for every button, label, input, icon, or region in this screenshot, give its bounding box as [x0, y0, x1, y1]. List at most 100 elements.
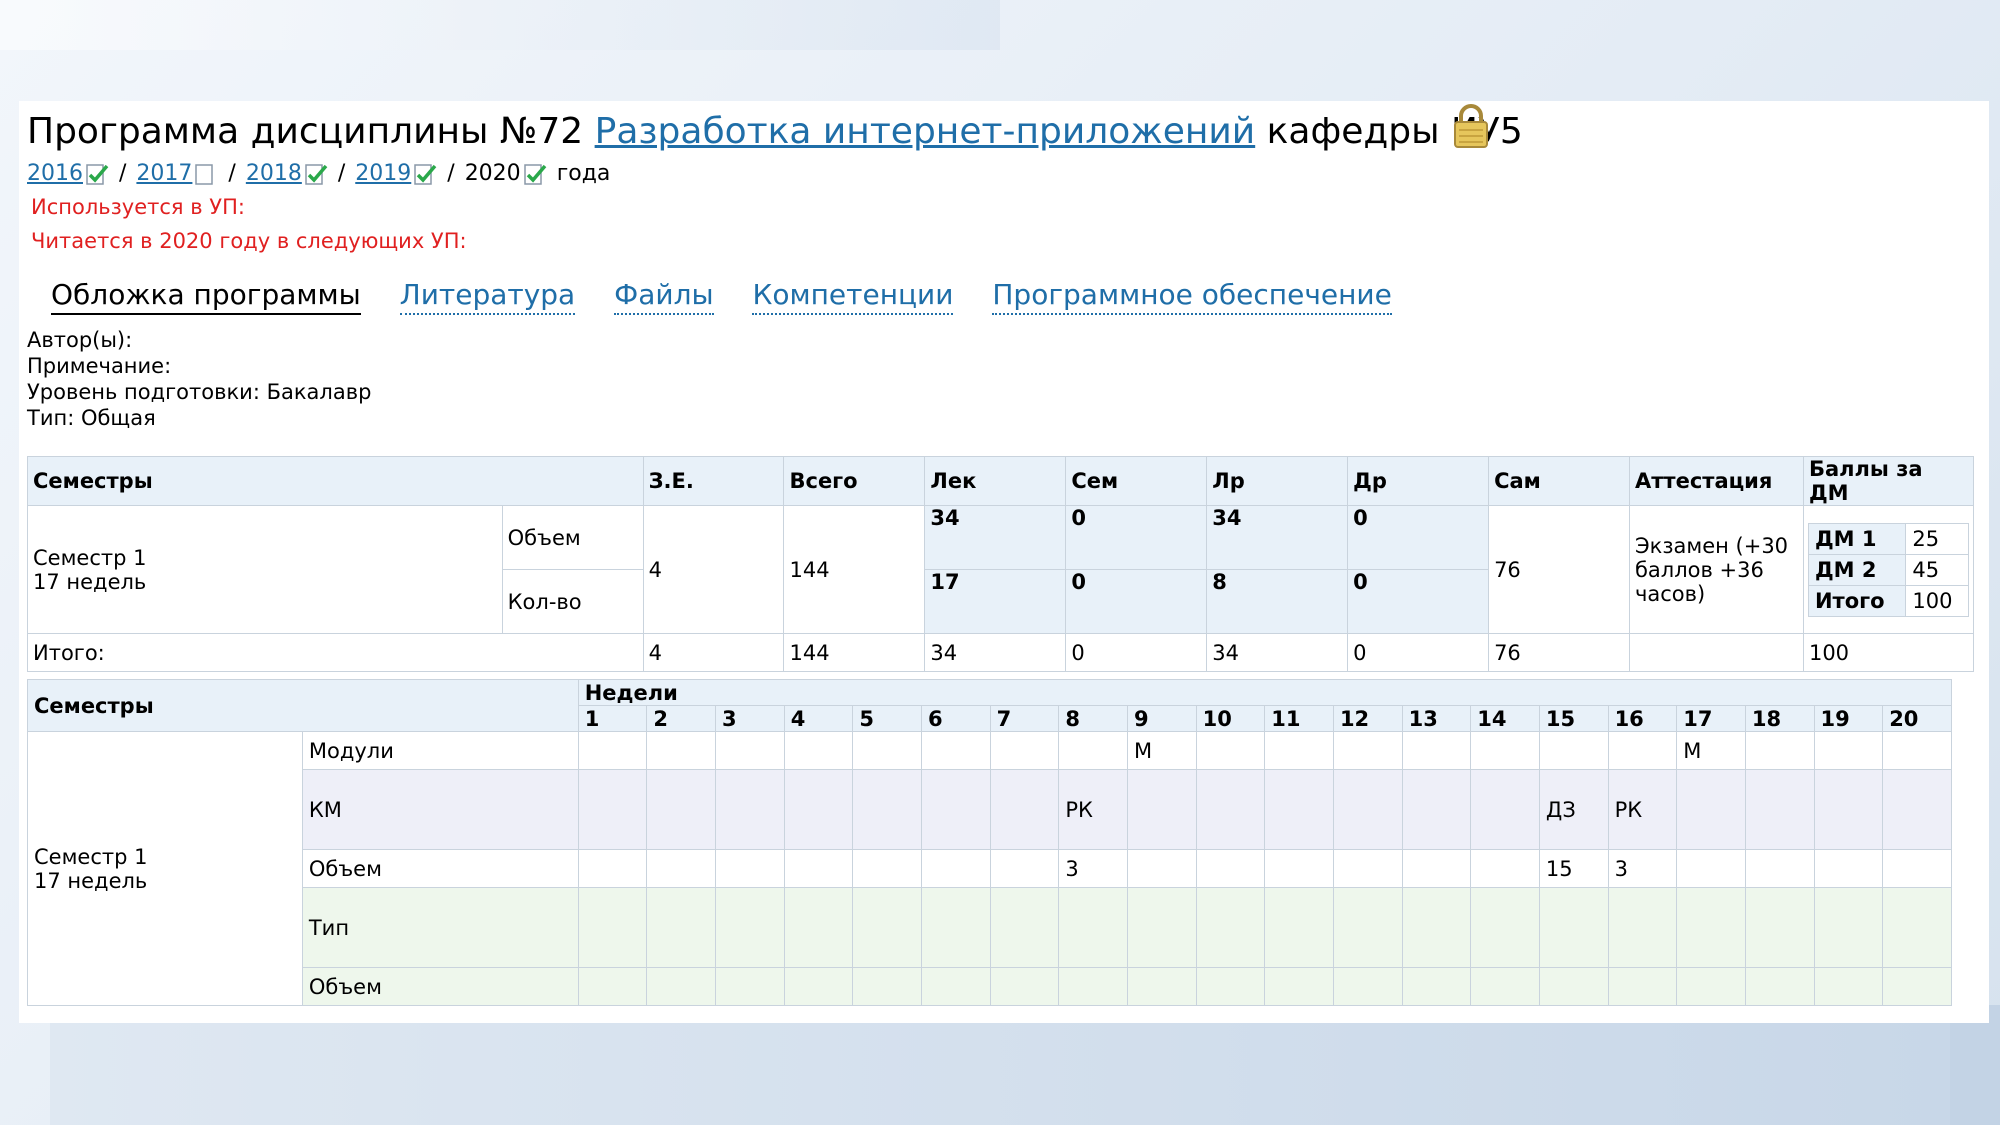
schedule-cell	[1126, 769, 1197, 850]
semester-name: Семестр 1	[33, 545, 147, 570]
semester-cell: Семестр 1 17 недель	[27, 505, 503, 634]
year-2016[interactable]: 2016	[27, 161, 109, 186]
schedule-cell	[1882, 887, 1952, 968]
schedule-cell	[1264, 769, 1334, 850]
week-number: 8	[1058, 705, 1128, 732]
dm-points-table: ДМ 1 25 ДМ 2 45 Итого 100	[1807, 522, 1969, 617]
schedule-row-label: КМ	[301, 769, 579, 850]
schedule-cell	[1607, 731, 1678, 770]
weeks-header: Недели	[577, 679, 1953, 706]
schedule-row: Семестр 1 17 недель Модули М М	[27, 731, 1952, 1006]
week-number: 16	[1607, 705, 1678, 732]
schedule-cell	[1401, 849, 1472, 888]
schedule-cell	[1058, 731, 1128, 770]
header-semesters: Семестры	[27, 456, 644, 506]
schedule-cell	[852, 849, 922, 888]
type-label: Тип: Общая	[27, 406, 156, 430]
schedule-cell	[1882, 849, 1952, 888]
year-2018-label[interactable]: 2018	[246, 161, 302, 186]
dm2-label: ДМ 2	[1807, 553, 1907, 586]
check-icon	[305, 164, 328, 185]
header-lek: Лек	[924, 456, 1067, 506]
schedule-cell	[921, 769, 991, 850]
schedule-cell: 3	[1607, 849, 1678, 888]
schedule-cell	[1264, 967, 1334, 1006]
year-2019[interactable]: 2019	[355, 161, 437, 186]
discipline-link[interactable]: Разработка интернет-приложений	[595, 111, 1256, 152]
schedule-cell	[1195, 731, 1266, 770]
year-separator: /	[228, 161, 236, 186]
tab-competencies[interactable]: Компетенции	[752, 278, 954, 315]
schedule-cell	[852, 769, 922, 850]
year-2018[interactable]: 2018	[246, 161, 328, 186]
volume-dr: 0	[1347, 505, 1490, 570]
schedule-header-row: Семестры Недели	[27, 679, 1953, 732]
tab-software[interactable]: Программное обеспечение	[992, 278, 1392, 315]
schedule-cell	[1264, 887, 1334, 968]
count-sem: 0	[1065, 569, 1208, 634]
attestation-value: Экзамен (+30 баллов +36 часов)	[1628, 505, 1804, 634]
dm1-value: 25	[1905, 522, 1969, 555]
schedule-cell	[1676, 849, 1746, 888]
schedule-cell	[1813, 769, 1884, 850]
schedule-cell	[1264, 731, 1334, 770]
schedule-cell	[715, 849, 785, 888]
schedule-cell	[1195, 887, 1266, 968]
year-2019-label[interactable]: 2019	[355, 161, 411, 186]
schedule-cell	[1401, 967, 1472, 1006]
schedule-cell	[1744, 887, 1815, 968]
tab-literature[interactable]: Литература	[399, 278, 576, 315]
schedule-cell	[646, 769, 717, 850]
schedule-cell	[989, 769, 1060, 850]
ze-value: 4	[642, 505, 785, 634]
schedule-cell	[1195, 769, 1266, 850]
schedule-cell	[921, 731, 991, 770]
schedule-cell	[1401, 769, 1472, 850]
schedule-cell	[1744, 967, 1815, 1006]
year-2017[interactable]: 2017	[136, 161, 218, 186]
lock-icon[interactable]	[1451, 103, 1491, 149]
schedule-cell	[989, 731, 1060, 770]
document-icon	[195, 164, 214, 185]
schedule-cell	[852, 731, 922, 770]
schedule-cell	[1470, 731, 1540, 770]
schedule-semester-name: Семестр 1	[34, 844, 148, 869]
schedule-row-label: Тип	[301, 887, 579, 968]
schedule-cell: РК	[1607, 769, 1678, 850]
week-number: 11	[1264, 705, 1334, 732]
summary-volume-row: Семестр 1 17 недель Объем 4 144 34 0 34 …	[27, 505, 1975, 634]
year-2017-label[interactable]: 2017	[136, 161, 192, 186]
schedule-cell	[715, 887, 785, 968]
authors-label: Автор(ы):	[27, 328, 133, 352]
header-sam: Сам	[1488, 456, 1630, 506]
summary-header-row: Семестры З.Е. Всего Лек Сем Лр Др Сам Ат…	[27, 456, 1975, 506]
totals-label: Итого:	[27, 633, 644, 672]
schedule-cell	[1744, 769, 1815, 850]
schedule-cell	[783, 849, 854, 888]
week-number: 14	[1470, 705, 1540, 732]
schedule-cell	[1195, 967, 1266, 1006]
week-number: 1	[577, 705, 648, 732]
schedule-cell	[1470, 849, 1540, 888]
week-number: 3	[715, 705, 785, 732]
schedule-cell	[577, 967, 648, 1006]
tab-cover[interactable]: Обложка программы	[51, 278, 361, 315]
schedule-cell	[921, 887, 991, 968]
schedule-cell	[1332, 769, 1403, 850]
schedule-cell	[577, 731, 648, 770]
schedule-cell	[646, 887, 717, 968]
schedule-cell	[921, 967, 991, 1006]
tab-files[interactable]: Файлы	[614, 278, 714, 315]
schedule-cell	[1538, 967, 1609, 1006]
summary-table: Семестры З.Е. Всего Лек Сем Лр Др Сам Ат…	[27, 456, 1975, 672]
schedule-cell	[1676, 967, 1746, 1006]
schedule-cell	[1607, 967, 1678, 1006]
schedule-cell	[1470, 887, 1540, 968]
schedule-cell: М	[1676, 731, 1746, 770]
year-2016-label[interactable]: 2016	[27, 161, 83, 186]
program-info: Автор(ы): Примечание: Уровень подготовки…	[27, 327, 371, 431]
schedule-cell	[1401, 731, 1472, 770]
schedule-cell	[783, 887, 854, 968]
schedule-cell	[1607, 887, 1678, 968]
week-number: 6	[921, 705, 991, 732]
